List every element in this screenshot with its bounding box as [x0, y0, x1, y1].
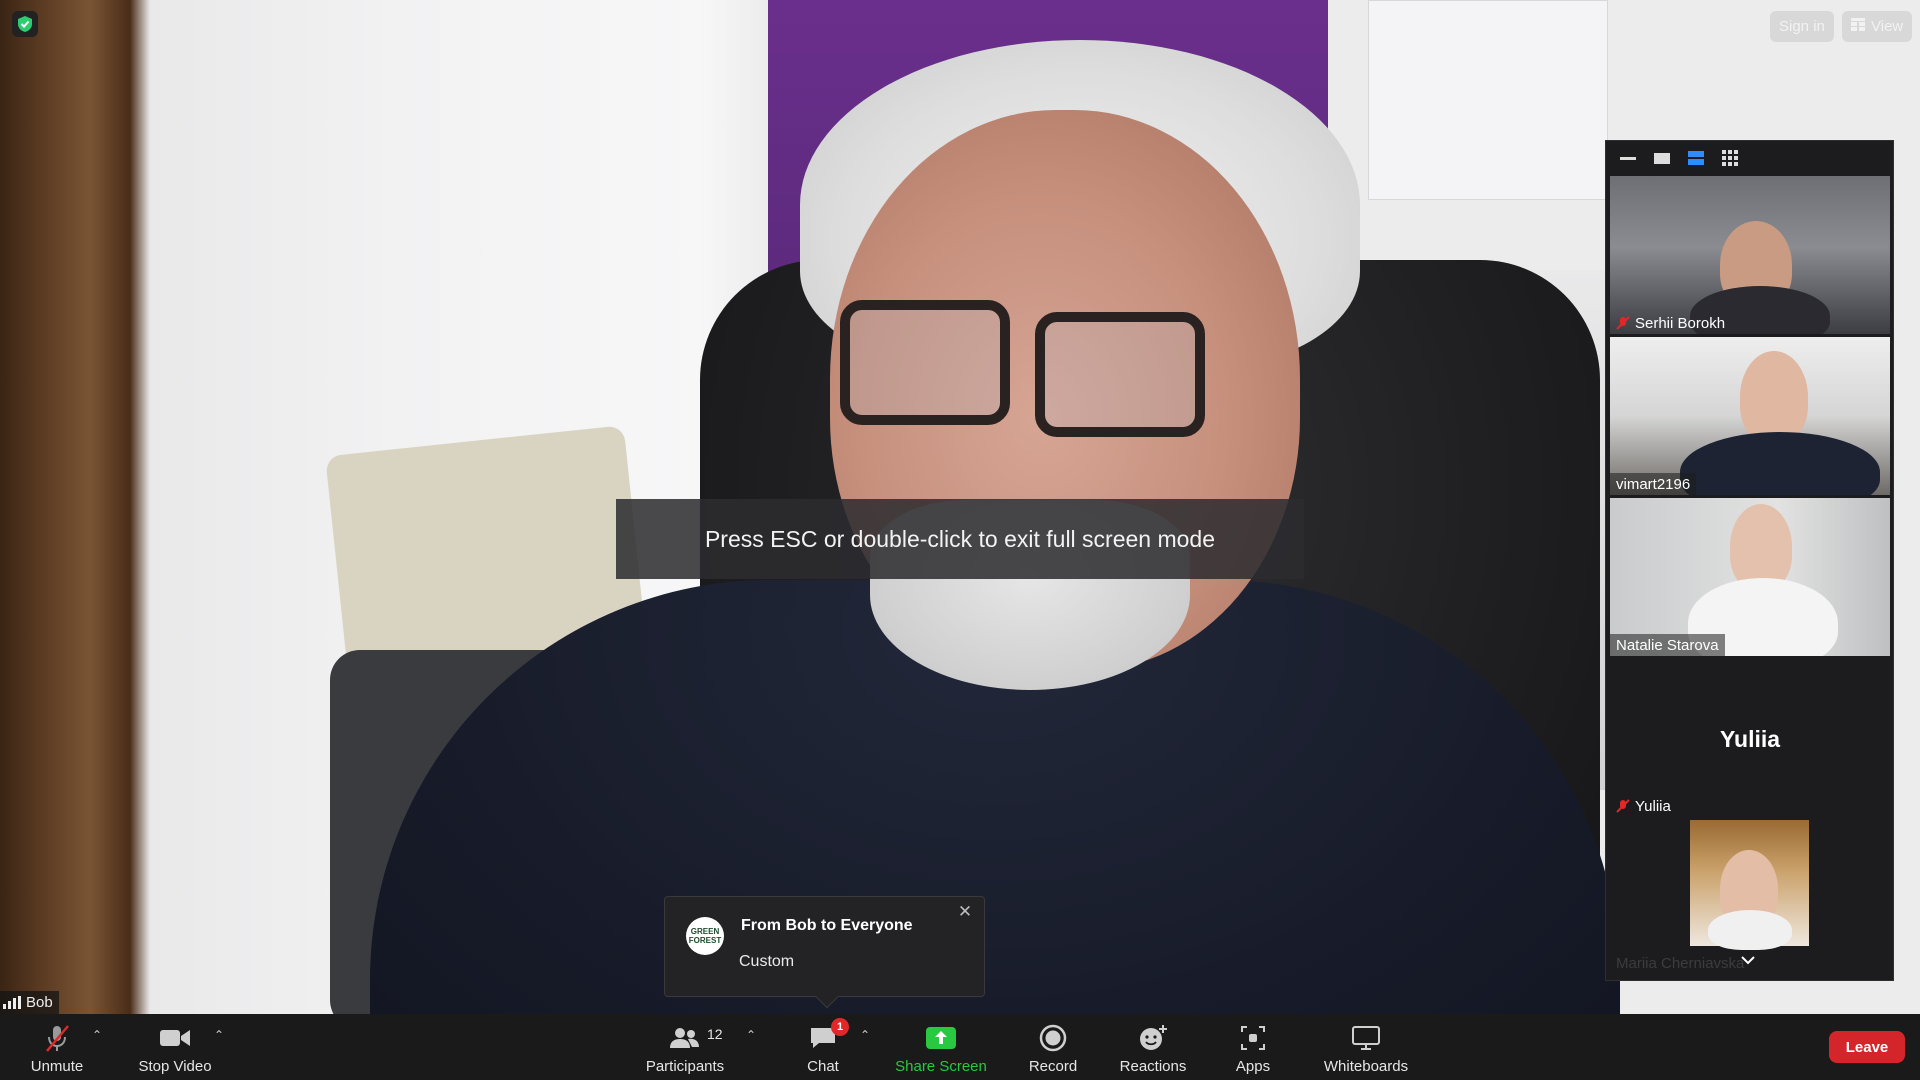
chevron-up-icon[interactable]: ⌃	[860, 1028, 870, 1042]
participant-name-tag: vimart2196	[1610, 473, 1697, 495]
chat-notification-message: Custom	[739, 953, 795, 970]
participants-label: Participants	[645, 1058, 725, 1075]
speaker-name-tag: Bob	[0, 991, 59, 1014]
participants-icon: 12	[669, 1022, 723, 1054]
participant-name: Serhii Borokh	[1635, 314, 1726, 332]
participants-count: 12	[707, 1026, 723, 1042]
record-label: Record	[1028, 1058, 1078, 1075]
unmute-button[interactable]: Unmute	[22, 1014, 92, 1080]
whiteboards-label: Whiteboards	[1323, 1058, 1409, 1075]
view-label: View	[1871, 18, 1904, 35]
participants-button[interactable]: 12 Participants	[640, 1014, 730, 1080]
sign-in-button[interactable]: Sign in	[1770, 11, 1834, 42]
view-button[interactable]: View	[1842, 11, 1913, 42]
speaker-glasses	[840, 290, 1260, 450]
chat-badge: 1	[831, 1018, 849, 1036]
chat-notification[interactable]: GREEN FOREST From Bob to Everyone Custom …	[664, 896, 985, 1009]
signal-icon	[3, 996, 21, 1009]
gallery-panel[interactable]: Serhii Borokh vimart2196 Natalie Starova…	[1605, 140, 1894, 981]
unmute-label: Unmute	[30, 1058, 84, 1075]
leave-button[interactable]: Leave	[1829, 1031, 1905, 1063]
participant-tile[interactable]: Mariia Cherniavska	[1610, 820, 1890, 978]
background-poster	[1368, 0, 1608, 200]
share-screen-icon	[926, 1022, 956, 1054]
share-screen-button[interactable]: Share Screen	[890, 1014, 992, 1080]
whiteboard-icon	[1351, 1022, 1381, 1054]
fullscreen-notice-text: Press ESC or double-click to exit full s…	[704, 525, 1216, 552]
chevron-up-icon[interactable]: ⌃	[746, 1028, 756, 1042]
record-button[interactable]: Record	[1022, 1014, 1084, 1080]
participant-video	[1740, 351, 1808, 443]
chevron-up-icon[interactable]: ⌃	[92, 1028, 102, 1042]
participant-tile[interactable]: Natalie Starova	[1610, 498, 1890, 656]
chevron-down-icon[interactable]	[1740, 952, 1756, 970]
participant-tile[interactable]: Serhii Borokh	[1610, 176, 1890, 334]
green-forest-logo: GREEN FOREST	[686, 917, 724, 955]
chat-label: Chat	[807, 1058, 839, 1075]
calendar-grid-icon	[1851, 11, 1865, 42]
participant-name: vimart2196	[1616, 475, 1691, 493]
reactions-button[interactable]: Reactions	[1115, 1014, 1191, 1080]
minimize-icon[interactable]	[1618, 150, 1638, 166]
participant-video	[1690, 820, 1809, 950]
microphone-muted-icon	[1616, 799, 1630, 813]
participant-name: Mariia Cherniavska	[1616, 954, 1745, 972]
participant-tile[interactable]: vimart2196	[1610, 337, 1890, 495]
apps-icon	[1240, 1022, 1266, 1054]
apps-button[interactable]: Apps	[1228, 1014, 1278, 1080]
participant-name-tag: Serhii Borokh	[1610, 312, 1731, 334]
fullscreen-notice: Press ESC or double-click to exit full s…	[616, 499, 1304, 579]
reactions-icon	[1138, 1022, 1168, 1054]
single-view-icon[interactable]	[1652, 150, 1672, 166]
video-camera-icon	[159, 1022, 191, 1054]
participant-name-tag: Yuliia	[1610, 795, 1677, 817]
shield-icon[interactable]	[12, 11, 38, 37]
participant-name-tag: Mariia Cherniavska	[1610, 952, 1750, 974]
close-icon[interactable]: ✕	[954, 901, 976, 923]
whiteboards-button[interactable]: Whiteboards	[1318, 1014, 1414, 1080]
chat-button[interactable]: 1 Chat	[793, 1014, 853, 1080]
chat-notification-title: From Bob to Everyone	[741, 917, 913, 934]
chevron-up-icon[interactable]: ⌃	[214, 1028, 224, 1042]
apps-label: Apps	[1235, 1058, 1271, 1075]
microphone-muted-icon	[1616, 316, 1630, 330]
speaker-name: Bob	[26, 994, 53, 1011]
speaker-view-icon[interactable]	[1686, 150, 1706, 166]
stop-video-button[interactable]: Stop Video	[130, 1014, 220, 1080]
participant-name-tag: Natalie Starova	[1610, 634, 1725, 656]
record-icon	[1039, 1022, 1067, 1054]
stop-video-label: Stop Video	[138, 1058, 212, 1075]
participant-name: Yuliia	[1635, 797, 1671, 815]
share-screen-label: Share Screen	[895, 1058, 987, 1075]
participant-shirt	[1680, 432, 1880, 495]
participant-tile[interactable]: Yuliia Yuliia	[1610, 659, 1890, 817]
gallery-grid-icon[interactable]	[1720, 150, 1740, 166]
participant-avatar-name: Yuliia	[1719, 726, 1781, 752]
sign-in-label: Sign in	[1779, 18, 1825, 35]
microphone-muted-icon	[42, 1022, 72, 1054]
participant-name: Natalie Starova	[1616, 636, 1719, 654]
reactions-label: Reactions	[1119, 1058, 1187, 1075]
gallery-view-controls	[1606, 141, 1893, 175]
leave-label: Leave	[1845, 1038, 1889, 1056]
chat-icon: 1	[809, 1018, 849, 1054]
